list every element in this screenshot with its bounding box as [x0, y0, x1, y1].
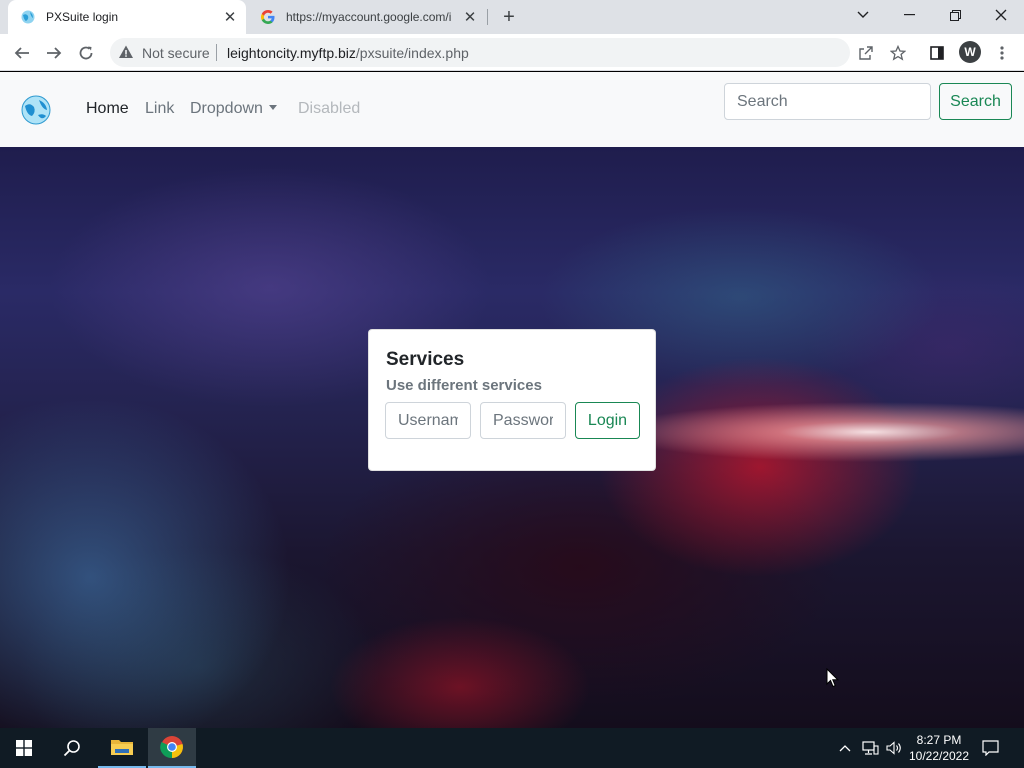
volume-icon[interactable] [886, 728, 904, 768]
username-input[interactable] [385, 402, 471, 439]
globe-logo-icon[interactable] [21, 95, 51, 125]
minimize-icon[interactable] [886, 0, 932, 30]
password-input[interactable] [480, 402, 566, 439]
profile-avatar[interactable]: W [959, 41, 981, 63]
close-tab-icon[interactable]: ✕ [220, 7, 240, 27]
network-icon[interactable] [862, 728, 880, 768]
close-tab-icon[interactable]: ✕ [460, 7, 480, 27]
tab-pxsuite-login[interactable]: PXSuite login ✕ [8, 0, 246, 34]
address-divider [216, 44, 217, 61]
close-window-icon[interactable] [978, 0, 1024, 30]
tab-title: https://myaccount.google.com/i [286, 10, 452, 24]
nav-dropdown-label: Dropdown [190, 100, 263, 117]
chrome-taskbar-icon[interactable] [148, 728, 196, 768]
url-path: /pxsuite/index.php [355, 45, 469, 61]
search-icon[interactable] [48, 728, 96, 768]
url-host: leightoncity.myftp.biz [227, 45, 356, 61]
nav-search-input[interactable] [724, 83, 931, 120]
clock-time: 8:27 PM [916, 733, 962, 747]
clock-date: 10/22/2022 [908, 749, 970, 763]
login-button[interactable]: Login [575, 402, 640, 439]
globe-favicon-icon [21, 10, 35, 24]
kebab-menu-icon[interactable] [989, 40, 1015, 66]
security-status-label[interactable]: Not secure [142, 45, 210, 61]
action-center-notification-icon[interactable] [982, 728, 1000, 768]
reload-icon[interactable] [73, 40, 99, 66]
side-panel-icon[interactable] [924, 40, 950, 66]
file-explorer-icon[interactable] [98, 728, 146, 768]
new-tab-plus-icon[interactable]: + [498, 6, 520, 28]
tab-title: PXSuite login [46, 10, 119, 24]
nav-search-button[interactable]: Search [939, 83, 1012, 120]
url-text[interactable]: leightoncity.myftp.biz/pxsuite/index.php [227, 45, 469, 61]
restore-icon[interactable] [932, 0, 978, 30]
google-g-icon [261, 10, 275, 24]
bookmark-star-icon[interactable] [885, 40, 911, 66]
services-login-card: Services Use different services Login [368, 329, 656, 471]
tab-google-account[interactable]: https://myaccount.google.com/i ✕ [250, 0, 486, 34]
start-windows-icon[interactable] [0, 728, 48, 768]
nav-dropdown[interactable]: Dropdown [190, 100, 277, 118]
nav-link-home[interactable]: Home [86, 100, 129, 118]
share-icon[interactable] [853, 40, 879, 66]
card-title: Services [386, 349, 465, 370]
windows-taskbar: 8:27 PM 10/22/2022 [0, 728, 1024, 768]
system-clock[interactable]: 8:27 PM 10/22/2022 [906, 732, 972, 764]
nav-link-link[interactable]: Link [145, 100, 174, 118]
mouse-pointer-icon [826, 668, 840, 688]
tab-search-chevron-icon[interactable] [840, 0, 886, 30]
tab-separator [487, 9, 488, 25]
browser-tab-strip: PXSuite login ✕ https://myaccount.google… [0, 0, 1024, 34]
not-secure-warning-icon [119, 45, 133, 58]
browser-toolbar: Not secure leightoncity.myftp.biz/pxsuit… [0, 34, 1024, 71]
nav-link-disabled: Disabled [298, 100, 361, 117]
show-hidden-icons-chevron-icon[interactable] [839, 728, 853, 768]
forward-arrow-icon[interactable] [41, 40, 67, 66]
back-arrow-icon[interactable] [9, 40, 35, 66]
address-bar[interactable]: Not secure leightoncity.myftp.biz/pxsuit… [110, 38, 850, 67]
card-subtitle: Use different services [386, 377, 542, 394]
caret-down-icon [268, 105, 277, 110]
